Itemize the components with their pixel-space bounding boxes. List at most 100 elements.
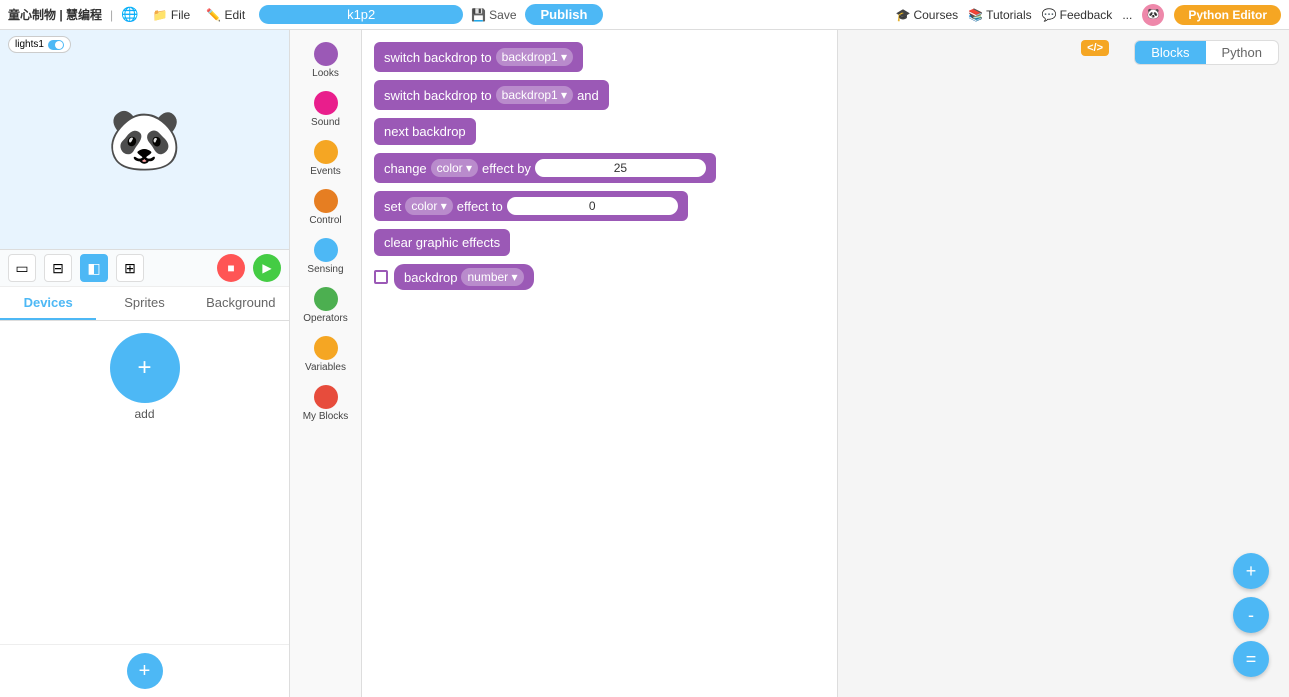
control-label: Control xyxy=(309,215,341,226)
backdrop-number-dropdown[interactable]: number ▾ xyxy=(461,268,523,286)
publish-button[interactable]: Publish xyxy=(525,4,604,25)
tab-background[interactable]: Background xyxy=(193,287,289,320)
block-backdrop-number[interactable]: backdrop number ▾ xyxy=(394,264,534,290)
stage-area: lights1 🐼 xyxy=(0,30,289,250)
palette-control[interactable]: Control xyxy=(294,185,358,230)
stage-single-view-btn[interactable]: ▭ xyxy=(8,254,36,282)
globe-icon: 🌐 xyxy=(121,6,138,23)
panel-content: + add xyxy=(0,321,289,644)
code-area: Blocks Python </> + - = xyxy=(838,30,1289,697)
variables-label: Variables xyxy=(305,362,346,373)
sensing-label: Sensing xyxy=(307,264,343,275)
avatar[interactable]: 🐼 xyxy=(1142,4,1164,26)
looks-label: Looks xyxy=(312,68,339,79)
zoom-fit-button[interactable]: = xyxy=(1233,641,1269,677)
menu-bar: 📁 File ✏️ Edit xyxy=(147,6,252,24)
control-dot xyxy=(314,189,338,213)
tab-devices[interactable]: Devices xyxy=(0,287,96,320)
python-view-button[interactable]: Python xyxy=(1206,41,1278,64)
my-blocks-label: My Blocks xyxy=(303,411,349,422)
palette-sound[interactable]: Sound xyxy=(294,87,358,132)
sound-label: Sound xyxy=(311,117,340,128)
stage-split-view-btn[interactable]: ⊟ xyxy=(44,254,72,282)
stage-grid-view-btn[interactable]: ⊞ xyxy=(116,254,144,282)
view-toggle: Blocks Python xyxy=(1134,40,1279,65)
blocks-view-button[interactable]: Blocks xyxy=(1135,41,1205,64)
operators-label: Operators xyxy=(303,313,347,324)
block-switch-backdrop-1[interactable]: switch backdrop to backdrop1 ▾ xyxy=(374,42,583,72)
main-layout: lights1 🐼 ▭ ⊟ ◧ ⊞ ■ ▶ Devices Sprites Ba… xyxy=(0,30,1289,697)
effect-to-input[interactable] xyxy=(507,197,678,215)
light-toggle-label: lights1 xyxy=(15,39,44,50)
block-text: switch backdrop to xyxy=(384,50,492,65)
backdrop-number-checkbox[interactable] xyxy=(374,270,388,284)
effect-by-input[interactable] xyxy=(535,159,706,177)
add-device-label: add xyxy=(134,407,154,421)
courses-link[interactable]: 🎓 Courses xyxy=(895,8,958,22)
feedback-link[interactable]: 💬 Feedback xyxy=(1042,8,1113,22)
looks-dot xyxy=(314,42,338,66)
events-label: Events xyxy=(310,166,341,177)
light-toggle[interactable]: lights1 xyxy=(8,36,71,53)
tutorials-link[interactable]: 📚 Tutorials xyxy=(968,8,1032,22)
block-set-text: set xyxy=(384,199,401,214)
bottom-add: + xyxy=(0,644,289,697)
zoom-controls: + - = xyxy=(1233,553,1269,677)
sensing-dot xyxy=(314,238,338,262)
variables-dot xyxy=(314,336,338,360)
menu-file[interactable]: 📁 File xyxy=(147,6,197,24)
panel-tabs: Devices Sprites Background xyxy=(0,287,289,321)
backdrop-text: backdrop xyxy=(404,270,457,285)
palette-looks[interactable]: Looks xyxy=(294,38,358,83)
tab-sprites[interactable]: Sprites xyxy=(96,287,192,320)
palette-sensing[interactable]: Sensing xyxy=(294,234,358,279)
block-text: switch backdrop to xyxy=(384,88,492,103)
block-switch-backdrop-2[interactable]: switch backdrop to backdrop1 ▾ and xyxy=(374,80,609,110)
add-device-button[interactable]: + xyxy=(110,333,180,403)
menu-edit[interactable]: ✏️ Edit xyxy=(200,6,251,24)
separator: | xyxy=(110,8,113,22)
add-device-wrapper: + add xyxy=(12,333,277,421)
toggle-switch[interactable] xyxy=(48,40,64,50)
effect-dropdown-1[interactable]: color ▾ xyxy=(431,159,478,177)
python-editor-button[interactable]: Python Editor xyxy=(1174,5,1281,25)
panda-sprite: 🐼 xyxy=(107,104,182,175)
zoom-out-button[interactable]: - xyxy=(1233,597,1269,633)
my-blocks-dot xyxy=(314,385,338,409)
bottom-add-button[interactable]: + xyxy=(127,653,163,689)
more-button[interactable]: ... xyxy=(1122,8,1132,22)
palette-events[interactable]: Events xyxy=(294,136,358,181)
palette-operators[interactable]: Operators xyxy=(294,283,358,328)
save-button[interactable]: 💾 Save xyxy=(471,8,516,22)
block-palette: Looks Sound Events Control Sensing Opera… xyxy=(290,30,362,697)
left-panel: lights1 🐼 ▭ ⊟ ◧ ⊞ ■ ▶ Devices Sprites Ba… xyxy=(0,30,290,697)
effect-dropdown-2[interactable]: color ▾ xyxy=(405,197,452,215)
app-logo: 童心制物 | 慧编程 xyxy=(8,6,102,23)
block-next-backdrop[interactable]: next backdrop xyxy=(374,118,476,145)
go-button[interactable]: ▶ xyxy=(253,254,281,282)
block-change-text: change xyxy=(384,161,427,176)
zoom-in-button[interactable]: + xyxy=(1233,553,1269,589)
palette-variables[interactable]: Variables xyxy=(294,332,358,377)
block-backdrop-number-row: backdrop number ▾ xyxy=(374,264,825,290)
stage-sidebar-view-btn[interactable]: ◧ xyxy=(80,254,108,282)
xml-icon[interactable]: </> xyxy=(1081,40,1109,56)
block-text: next backdrop xyxy=(384,124,466,139)
stop-button[interactable]: ■ xyxy=(217,254,245,282)
block-set-color-effect[interactable]: set color ▾ effect to xyxy=(374,191,688,221)
events-dot xyxy=(314,140,338,164)
block-change-color-effect[interactable]: change color ▾ effect by xyxy=(374,153,716,183)
backdrop-dropdown-2[interactable]: backdrop1 ▾ xyxy=(496,86,573,104)
blocks-area: switch backdrop to backdrop1 ▾ switch ba… xyxy=(362,30,838,697)
operators-dot xyxy=(314,287,338,311)
backdrop-dropdown-1[interactable]: backdrop1 ▾ xyxy=(496,48,573,66)
topbar-right: 🎓 Courses 📚 Tutorials 💬 Feedback ... 🐼 P… xyxy=(895,4,1281,26)
project-name-input[interactable] xyxy=(259,5,463,24)
stage-controls: ▭ ⊟ ◧ ⊞ ■ ▶ xyxy=(0,250,289,287)
palette-my-blocks[interactable]: My Blocks xyxy=(294,381,358,426)
topbar: 童心制物 | 慧编程 | 🌐 📁 File ✏️ Edit 💾 Save Pub… xyxy=(0,0,1289,30)
block-and: and xyxy=(577,88,599,103)
block-text: clear graphic effects xyxy=(384,235,500,250)
block-clear-graphic-effects[interactable]: clear graphic effects xyxy=(374,229,510,256)
block-effect-to: effect to xyxy=(457,199,503,214)
